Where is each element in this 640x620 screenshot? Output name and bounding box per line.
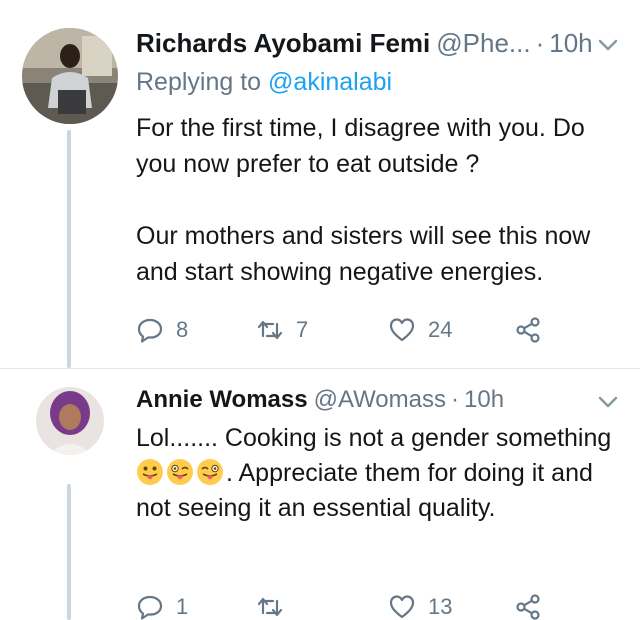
avatar[interactable]	[36, 387, 104, 455]
like-count: 24	[428, 317, 453, 342]
tweet-header: Annie Womass @AWomass · 10h	[136, 386, 504, 414]
tweet-text: For the first time, I disagree with you.…	[136, 110, 626, 290]
tweet-header: Richards Ayobami Femi @Phe... · 10h	[136, 28, 593, 59]
share-button[interactable]	[514, 316, 542, 344]
separator-dot: ·	[451, 386, 459, 413]
user-handle[interactable]: @AWomass	[314, 386, 446, 414]
share-button[interactable]	[514, 593, 542, 620]
reply-count: 8	[176, 317, 189, 342]
thread-line	[67, 484, 71, 620]
retweet-count: 7	[296, 317, 309, 342]
heart-icon	[389, 595, 415, 619]
reply-count: 1	[176, 594, 189, 619]
like-count: 13	[428, 594, 453, 619]
user-handle[interactable]: @Phe...	[436, 28, 530, 59]
winking-tongue-emoji-icon	[167, 459, 193, 485]
chevron-down-icon[interactable]	[598, 38, 618, 52]
winking-tongue-emoji-icon	[197, 459, 223, 485]
share-icon	[516, 317, 540, 343]
replying-prefix: Replying to	[136, 68, 269, 96]
tweet-actions: 1 13	[136, 593, 556, 620]
timestamp[interactable]: 10h	[464, 386, 504, 414]
tweet-text: Lol....... Cooking is not a gender somet…	[136, 421, 626, 526]
timestamp[interactable]: 10h	[549, 28, 592, 59]
retweet-button[interactable]: 7	[256, 316, 308, 344]
chevron-down-icon[interactable]	[598, 395, 618, 409]
display-name[interactable]: Annie Womass	[136, 386, 308, 414]
reply-icon	[137, 595, 163, 620]
thread-line	[67, 130, 71, 368]
tweet: Richards Ayobami Femi @Phe... · 10h Repl…	[0, 0, 640, 368]
tweet-actions: 8 7 24	[136, 316, 556, 346]
retweet-icon	[257, 597, 283, 617]
avatar[interactable]	[22, 28, 118, 124]
reply-button[interactable]: 8	[136, 316, 188, 344]
like-button[interactable]: 13	[388, 593, 452, 620]
replying-to: Replying to @akinalabi	[136, 68, 392, 97]
replying-mention-link[interactable]: @akinalabi	[268, 68, 392, 96]
tweet-text-part: Lol....... Cooking is not a gender somet…	[136, 424, 612, 452]
reply-button[interactable]: 1	[136, 593, 188, 620]
tongue-emoji-icon	[137, 459, 163, 485]
retweet-button[interactable]	[256, 593, 296, 620]
share-icon	[516, 594, 540, 620]
heart-icon	[389, 318, 415, 342]
reply-icon	[137, 318, 163, 343]
display-name[interactable]: Richards Ayobami Femi	[136, 28, 430, 59]
tweet-paragraph: For the first time, I disagree with you.…	[136, 114, 585, 178]
retweet-icon	[257, 320, 283, 340]
separator-dot: ·	[535, 28, 545, 58]
tweet-paragraph: Our mothers and sisters will see this no…	[136, 222, 591, 286]
tweet: Annie Womass @AWomass · 10h Lol....... C…	[0, 369, 640, 620]
like-button[interactable]: 24	[388, 316, 452, 344]
